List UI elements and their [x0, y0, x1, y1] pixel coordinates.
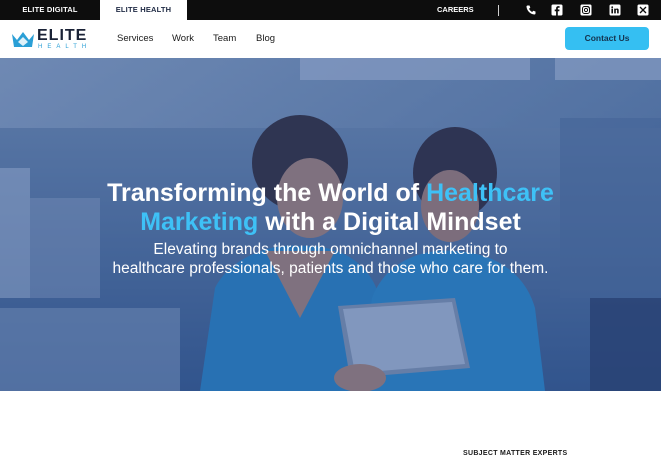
main-nav: ELITE HEALTH Services Work Team Blog Con…: [0, 20, 661, 58]
headline-highlight-healthcare: Healthcare: [426, 179, 554, 207]
headline-text: Transforming the World of: [107, 179, 427, 207]
nav-team[interactable]: Team: [213, 33, 236, 44]
experts-section: SUBJECT MATTER EXPERTS: [0, 391, 661, 460]
divider: [498, 5, 499, 16]
linkedin-icon[interactable]: [609, 4, 621, 16]
tab-elite-health[interactable]: ELITE HEALTH: [100, 0, 187, 20]
x-twitter-icon[interactable]: [637, 4, 649, 16]
nav-blog[interactable]: Blog: [256, 33, 275, 44]
instagram-icon[interactable]: [580, 4, 592, 16]
logo-wordmark: ELITE: [37, 27, 88, 44]
elite-health-logo[interactable]: ELITE HEALTH: [11, 28, 93, 52]
careers-link[interactable]: CAREERS: [437, 0, 474, 20]
tab-elite-digital[interactable]: ELITE DIGITAL: [0, 0, 100, 20]
logo-subword: HEALTH: [38, 44, 92, 50]
hero-headline: Transforming the World of Healthcare Mar…: [0, 179, 661, 237]
nav-work[interactable]: Work: [172, 33, 194, 44]
headline-highlight-marketing: Marketing: [140, 208, 259, 236]
contact-us-button[interactable]: Contact Us: [565, 27, 649, 50]
nav-services[interactable]: Services: [117, 33, 153, 44]
section-eyebrow: SUBJECT MATTER EXPERTS: [463, 450, 568, 457]
subheadline-line-2: healthcare professionals, patients and t…: [112, 260, 549, 277]
facebook-icon[interactable]: [551, 4, 563, 16]
top-bar: ELITE DIGITAL ELITE HEALTH CAREERS: [0, 0, 661, 20]
subheadline-line-1: Elevating brands through omnichannel mar…: [153, 241, 508, 258]
phone-icon[interactable]: [525, 4, 537, 16]
hero-section: Transforming the World of Healthcare Mar…: [0, 58, 661, 391]
crown-icon: [12, 32, 34, 47]
headline-text-end: with a Digital Mindset: [258, 208, 521, 236]
hero-subheadline: Elevating brands through omnichannel mar…: [0, 240, 661, 278]
